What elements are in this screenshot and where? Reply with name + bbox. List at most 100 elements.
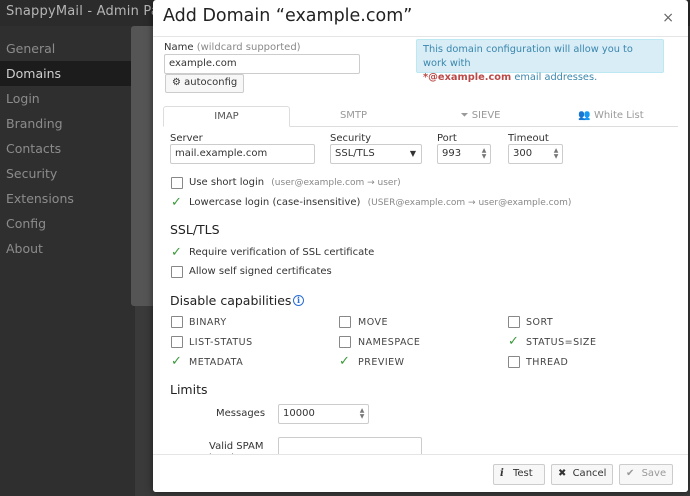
autoconfig-label: autoconfig (184, 77, 238, 88)
domain-name-value: example.com (169, 58, 237, 69)
sidebar-item-branding[interactable]: Branding (0, 111, 135, 136)
autoconfig-button[interactable]: ⚙ autoconfig (165, 74, 245, 93)
name-hint: (wildcard supported) (196, 42, 301, 53)
tab-smtp-label: SMTP (339, 110, 368, 121)
cap-list-status-checkbox[interactable] (171, 336, 183, 348)
close-icon: ✖ (558, 468, 567, 479)
save-label: Save (641, 468, 667, 479)
info-i-icon: i (500, 468, 504, 479)
cap-status-size-label: STATUS=SIZE (526, 337, 597, 348)
add-domain-dialog: Add Domain “example.com” × Name (wildcar… (153, 0, 688, 492)
messages-spinner-icon[interactable]: ▲ ▼ (358, 408, 366, 420)
timeout-value: 300 (513, 148, 533, 159)
self-signed-checkbox[interactable] (171, 266, 183, 278)
tab-sieve[interactable]: ⏷ SIEVE (417, 106, 544, 127)
cap-namespace-label: NAMESPACE (358, 337, 421, 348)
ssl-section-title: SSL/TLS (170, 222, 220, 237)
cap-metadata-check-icon[interactable]: ✓ (171, 355, 182, 368)
short-login-label: Use short login (189, 177, 265, 188)
tab-white-list[interactable]: 👥 White List (544, 106, 678, 127)
security-select[interactable]: SSL/TLS ▼ (330, 144, 422, 164)
timeout-input[interactable]: 300 ▲ ▼ (508, 144, 563, 164)
cap-namespace-checkbox[interactable] (339, 336, 351, 348)
sidebar-item-config[interactable]: Config (0, 211, 135, 236)
lowercase-login-hint: (USER@example.com → user@example.com) (367, 198, 572, 208)
port-label: Port (437, 133, 457, 144)
sidebar-item-security[interactable]: Security (0, 161, 135, 186)
sidebar-item-domains[interactable]: Domains (0, 61, 135, 86)
cap-binary-checkbox[interactable] (171, 316, 183, 328)
lowercase-login-label: Lowercase login (case-insensitive) (189, 197, 361, 208)
short-login-hint: (user@example.com → user) (271, 178, 401, 188)
messages-limit-value: 10000 (283, 408, 315, 419)
self-signed-label: Allow self signed certificates (189, 266, 332, 277)
ssl-verify-label: Require verification of SSL certificate (189, 247, 375, 258)
port-value: 993 (442, 148, 462, 159)
capabilities-section-title: Disable capabilities (170, 293, 292, 308)
spam-headers-label: Valid SPAM (209, 441, 264, 452)
security-label: Security (330, 133, 372, 144)
check-icon: ✔ (626, 468, 635, 479)
cap-metadata-label: METADATA (189, 357, 244, 368)
info-text: This domain configuration will allow you… (423, 44, 633, 69)
sidebar: General Domains Login Branding Contacts … (0, 26, 135, 496)
security-value: SSL/TLS (335, 148, 375, 159)
cap-list-status-label: LIST-STATUS (189, 337, 253, 348)
cap-status-size-check-icon[interactable]: ✓ (508, 335, 519, 348)
domain-name-input[interactable]: example.com (164, 54, 360, 74)
cap-thread-checkbox[interactable] (508, 356, 520, 368)
save-button[interactable]: ✔ Save (619, 464, 673, 485)
short-login-row: Use short login (user@example.com → user… (189, 177, 401, 188)
cap-thread-label: THREAD (526, 357, 569, 368)
header-divider (153, 36, 688, 37)
tab-sieve-label: SIEVE (471, 110, 501, 121)
server-value: mail.example.com (175, 148, 268, 159)
sidebar-item-about[interactable]: About (0, 236, 135, 261)
timeout-label: Timeout (508, 133, 549, 144)
close-icon[interactable]: × (662, 10, 674, 26)
server-input[interactable]: mail.example.com (170, 144, 315, 164)
cancel-button[interactable]: ✖ Cancel (551, 464, 613, 485)
dropdown-arrow-icon: ▼ (409, 149, 416, 158)
sidebar-item-general[interactable]: General (0, 36, 135, 61)
cap-sort-checkbox[interactable] (508, 316, 520, 328)
test-label: Test (513, 468, 533, 479)
short-login-checkbox[interactable] (171, 177, 183, 189)
name-label: Name (164, 42, 194, 53)
messages-limit-input[interactable]: 10000 ▲ ▼ (278, 404, 369, 424)
cap-move-label: MOVE (358, 317, 389, 328)
port-spinner-icon[interactable]: ▲ ▼ (480, 148, 488, 160)
dialog-title: Add Domain “example.com” (163, 6, 413, 26)
tab-imap-label: IMAP (214, 111, 239, 122)
cap-move-checkbox[interactable] (339, 316, 351, 328)
cap-preview-check-icon[interactable]: ✓ (339, 355, 350, 368)
info-highlight: *@example.com (423, 72, 512, 83)
cancel-label: Cancel (572, 468, 607, 479)
messages-label: Messages (216, 408, 266, 419)
info-icon[interactable]: i (293, 295, 304, 306)
dialog-footer: i Test ✖ Cancel ✔ Save (153, 454, 688, 492)
users-icon: 👥 (578, 110, 591, 121)
cap-binary-label: BINARY (189, 317, 227, 328)
port-input[interactable]: 993 ▲ ▼ (437, 144, 491, 164)
timeout-spinner-icon[interactable]: ▲ ▼ (552, 148, 560, 160)
cap-sort-label: SORT (526, 317, 554, 328)
tab-white-list-label: White List (593, 110, 644, 121)
name-label-row: Name (wildcard supported) (164, 42, 301, 53)
lowercase-login-row: Lowercase login (case-insensitive) (USER… (189, 197, 571, 208)
limits-section-title: Limits (170, 382, 208, 397)
gear-icon: ⚙ (172, 77, 181, 88)
filter-icon: ⏷ (460, 110, 469, 121)
tab-smtp[interactable]: SMTP (290, 106, 417, 127)
domain-info-alert: This domain configuration will allow you… (416, 39, 664, 83)
server-label: Server (170, 133, 203, 144)
cap-preview-label: PREVIEW (358, 357, 405, 368)
sidebar-item-contacts[interactable]: Contacts (0, 136, 135, 161)
sidebar-item-login[interactable]: Login (0, 86, 135, 111)
test-button[interactable]: i Test (493, 464, 545, 485)
info-suffix: email addresses. (514, 72, 598, 83)
ssl-verify-check-icon[interactable]: ✓ (171, 246, 182, 259)
lowercase-login-check-icon[interactable]: ✓ (171, 196, 182, 209)
sidebar-item-extensions[interactable]: Extensions (0, 186, 135, 211)
tab-imap[interactable]: IMAP (163, 106, 290, 127)
